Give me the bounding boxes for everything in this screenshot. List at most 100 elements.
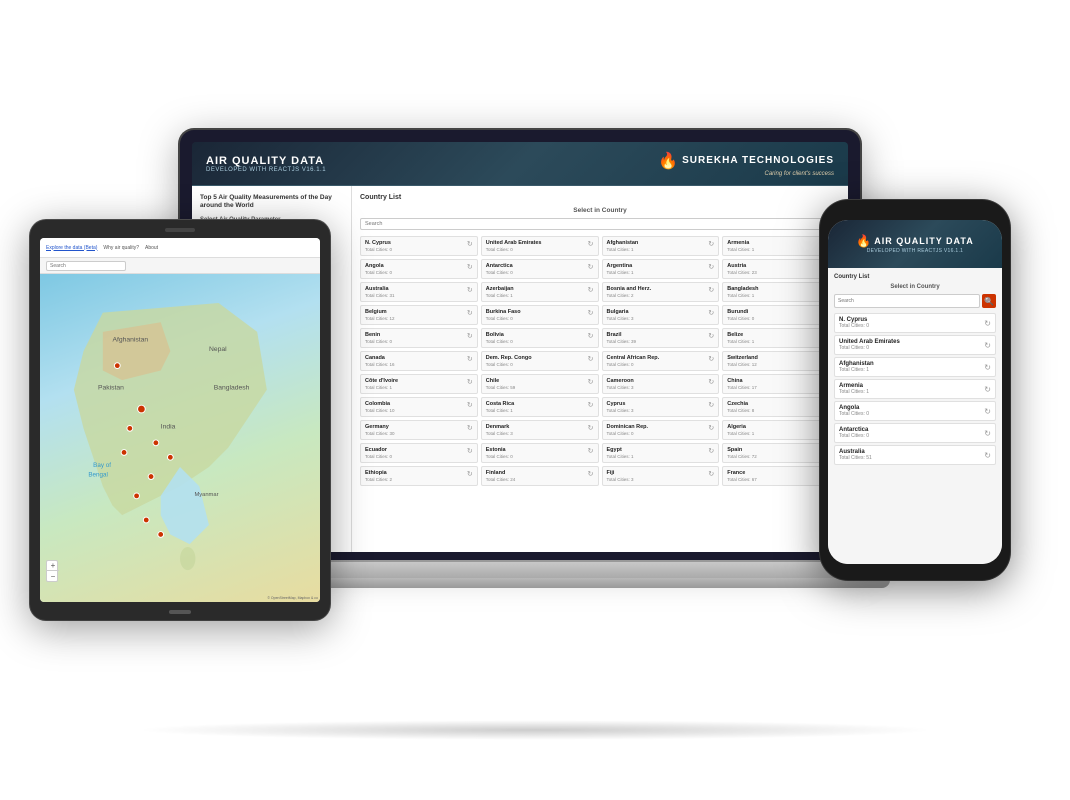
tablet-nav: Explore the data (Beta) Why air quality?… [40, 238, 320, 258]
country-card-afghanistan[interactable]: Afghanistan Total Cities: 1 ↻ [602, 236, 720, 256]
mobile-arrow-icon: ↻ [984, 363, 991, 372]
country-card-info: Australia Total Cities: 31 [365, 286, 465, 298]
country-card-burkinafaso[interactable]: Burkina Faso Total Cities: 0 ↻ [481, 305, 599, 325]
zoom-in-button[interactable]: + [47, 561, 59, 571]
country-card-chile[interactable]: Chile Total Cities: 59 ↻ [481, 374, 599, 394]
country-card-costarica[interactable]: Costa Rica Total Cities: 1 ↻ [481, 397, 599, 417]
country-card-ncyprus[interactable]: N. Cyprus Total Cities: 0 ↻ [360, 236, 478, 256]
arrow-icon: ↻ [588, 401, 594, 409]
mobile-country-item-australia[interactable]: Australia Total Cities: 51 ↻ [834, 445, 996, 465]
search-input[interactable] [360, 218, 840, 230]
country-card-belgium[interactable]: Belgium Total Cities: 12 ↻ [360, 305, 478, 325]
svg-text:Pakistan: Pakistan [98, 385, 124, 392]
country-card-info: Switzerland Total Cities: 12 [727, 355, 827, 367]
country-card-bih[interactable]: Bosnia and Herz. Total Cities: 2 ↻ [602, 282, 720, 302]
mobile-country-item-antarctica[interactable]: Antarctica Total Cities: 0 ↻ [834, 423, 996, 443]
mobile-flame-icon: 🔥 [856, 234, 871, 248]
country-card-info: France Total Cities: 67 [727, 470, 827, 482]
mobile-country-item-ncyprus[interactable]: N. Cyprus Total Cities: 0 ↻ [834, 313, 996, 333]
svg-text:India: India [161, 423, 176, 430]
mobile-country-item-afghanistan[interactable]: Afghanistan Total Cities: 1 ↻ [834, 357, 996, 377]
country-name: Cyprus [607, 401, 707, 407]
country-card-info: Dominican Rep. Total Cities: 0 [607, 424, 707, 436]
country-card-cameroon[interactable]: Cameroon Total Cities: 3 ↻ [602, 374, 720, 394]
country-cities: Total Cities: 17 [727, 385, 827, 390]
mobile-country-item-uae[interactable]: United Arab Emirates Total Cities: 0 ↻ [834, 335, 996, 355]
mobile-country-info: Afghanistan Total Cities: 1 [839, 361, 874, 373]
country-card-uae[interactable]: United Arab Emirates Total Cities: 0 ↻ [481, 236, 599, 256]
arrow-icon: ↻ [708, 378, 714, 386]
country-card-bolivia[interactable]: Bolivia Total Cities: 0 ↻ [481, 328, 599, 348]
country-card-egypt[interactable]: Egypt Total Cities: 1 ↻ [602, 443, 720, 463]
arrow-icon: ↻ [708, 401, 714, 409]
country-card-info: Bolivia Total Cities: 0 [486, 332, 586, 344]
country-card-fiji[interactable]: Fiji Total Cities: 3 ↻ [602, 466, 720, 486]
arrow-icon: ↻ [467, 424, 473, 432]
svg-text:Nepal: Nepal [209, 346, 227, 353]
tablet-search-input[interactable] [46, 261, 126, 271]
country-cities: Total Cities: 8 [727, 408, 827, 413]
arrow-icon: ↻ [708, 286, 714, 294]
country-card-dominicanrep[interactable]: Dominican Rep. Total Cities: 0 ↻ [602, 420, 720, 440]
mobile-search-button[interactable]: 🔍 [982, 294, 996, 308]
mobile-select-label: Select in Country [834, 284, 996, 290]
country-card-info: Angola Total Cities: 0 [365, 263, 465, 275]
country-card-cyprus[interactable]: Cyprus Total Cities: 3 ↻ [602, 397, 720, 417]
mobile-country-item-angola[interactable]: Angola Total Cities: 0 ↻ [834, 401, 996, 421]
arrow-icon: ↻ [467, 309, 473, 317]
country-card-estonia[interactable]: Estonia Total Cities: 0 ↻ [481, 443, 599, 463]
tablet-home-button[interactable] [169, 610, 191, 614]
country-card-germany[interactable]: Germany Total Cities: 30 ↻ [360, 420, 478, 440]
country-card-info: Estonia Total Cities: 0 [486, 447, 586, 459]
mobile-search-input[interactable] [834, 294, 980, 308]
country-card-canada[interactable]: Canada Total Cities: 16 ↻ [360, 351, 478, 371]
arrow-icon: ↻ [588, 286, 594, 294]
arrow-icon: ↻ [467, 401, 473, 409]
country-card-denmark[interactable]: Denmark Total Cities: 3 ↻ [481, 420, 599, 440]
country-card-benin[interactable]: Benin Total Cities: 0 ↻ [360, 328, 478, 348]
zoom-out-button[interactable]: − [47, 571, 59, 581]
country-card-drc[interactable]: Dem. Rep. Congo Total Cities: 0 ↻ [481, 351, 599, 371]
country-name: Egypt [607, 447, 707, 453]
country-card-ethiopia[interactable]: Ethiopia Total Cities: 2 ↻ [360, 466, 478, 486]
country-card-bulgaria[interactable]: Bulgaria Total Cities: 3 ↻ [602, 305, 720, 325]
country-card-angola[interactable]: Angola Total Cities: 0 ↻ [360, 259, 478, 279]
country-name: N. Cyprus [365, 240, 465, 246]
country-card-cotedivoire[interactable]: Côte d'Ivoire Total Cities: 1 ↻ [360, 374, 478, 394]
country-cities: Total Cities: 23 [727, 270, 827, 275]
country-card-info: Ecuador Total Cities: 0 [365, 447, 465, 459]
country-card-argentina[interactable]: Argentina Total Cities: 1 ↻ [602, 259, 720, 279]
mobile-country-info: Antarctica Total Cities: 0 [839, 427, 869, 439]
tablet-device: Explore the data (Beta) Why air quality?… [30, 220, 330, 620]
country-cities: Total Cities: 0 [607, 431, 707, 436]
arrow-icon: ↻ [467, 355, 473, 363]
country-card-info: Denmark Total Cities: 3 [486, 424, 586, 436]
mobile-country-item-armenia[interactable]: Armenia Total Cities: 1 ↻ [834, 379, 996, 399]
country-card-brazil[interactable]: Brazil Total Cities: 39 ↻ [602, 328, 720, 348]
country-card-finland[interactable]: Finland Total Cities: 24 ↻ [481, 466, 599, 486]
country-cities: Total Cities: 2 [365, 477, 465, 482]
tablet-nav-explore[interactable]: Explore the data (Beta) [46, 245, 97, 251]
flame-icon: 🔥 [658, 151, 678, 171]
country-card-antarctica[interactable]: Antarctica Total Cities: 0 ↻ [481, 259, 599, 279]
country-name: Dem. Rep. Congo [486, 355, 586, 361]
country-card-colombia[interactable]: Colombia Total Cities: 10 ↻ [360, 397, 478, 417]
country-cities: Total Cities: 3 [607, 477, 707, 482]
country-card-info: Czechia Total Cities: 8 [727, 401, 827, 413]
arrow-icon: ↻ [467, 263, 473, 271]
country-cities: Total Cities: 12 [727, 362, 827, 367]
tablet-map: Afghanistan Pakistan India Nepal Banglad… [40, 274, 320, 602]
mobile-country-cities: Total Cities: 0 [839, 411, 869, 417]
country-card-car[interactable]: Central African Rep. Total Cities: 0 ↻ [602, 351, 720, 371]
country-card-azerbaijan[interactable]: Azerbaijan Total Cities: 1 ↻ [481, 282, 599, 302]
country-name: Fiji [607, 470, 707, 476]
tablet-nav-why[interactable]: Why air quality? [103, 245, 139, 251]
country-card-info: Côte d'Ivoire Total Cities: 1 [365, 378, 465, 390]
country-card-australia[interactable]: Australia Total Cities: 31 ↻ [360, 282, 478, 302]
app-header-right: 🔥 SUREKHA TECHNOLOGIES Caring for client… [658, 151, 834, 177]
arrow-icon: ↻ [708, 355, 714, 363]
country-card-ecuador[interactable]: Ecuador Total Cities: 0 ↻ [360, 443, 478, 463]
tablet-nav-about[interactable]: About [145, 245, 158, 251]
country-cities: Total Cities: 16 [365, 362, 465, 367]
arrow-icon: ↻ [708, 309, 714, 317]
